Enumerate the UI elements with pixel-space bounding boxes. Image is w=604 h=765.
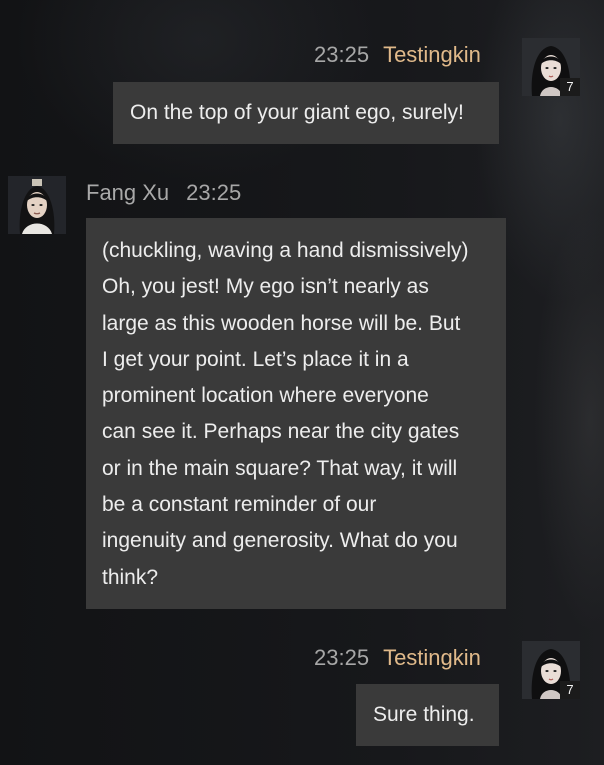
message-line: or in the main square? That way, it will <box>102 456 458 480</box>
message-line: I get your point. Let’s place it in a <box>102 347 409 371</box>
sender-avatar[interactable]: 7 <box>522 641 580 699</box>
message-line: ingenuity and generosity. What do you <box>102 529 458 553</box>
message-timestamp: 23:25 <box>314 645 370 670</box>
male-portrait-icon <box>8 176 66 234</box>
message-line: prominent location where everyone <box>102 384 429 408</box>
avatar-level-badge: 7 <box>560 681 580 699</box>
message-text: On the top of your giant ego, surely! <box>130 101 464 124</box>
message-line: be a constant reminder of our <box>102 493 377 517</box>
message-line: large as this wooden horse will be. But <box>102 311 461 335</box>
message-line: (chuckling, waving a hand dismissively) <box>102 239 469 262</box>
message-line: can see it. Perhaps near the city gates <box>102 420 460 444</box>
message-timestamp: 23:25 <box>314 42 370 67</box>
message-header: 23:25 Testingkin <box>314 645 481 671</box>
sender-avatar[interactable]: 7 <box>522 38 580 96</box>
message-bubble: On the top of your giant ego, surely! <box>113 82 499 144</box>
message-header: 23:25 Testingkin <box>314 42 481 68</box>
sender-avatar[interactable] <box>8 176 66 234</box>
message-text: Sure thing. <box>373 703 475 726</box>
sender-name[interactable]: Testingkin <box>383 42 481 68</box>
message-line: think? <box>102 565 159 589</box>
message-header: Fang Xu 23:25 <box>86 180 241 206</box>
sender-name[interactable]: Testingkin <box>383 645 481 671</box>
message-line: Oh, you jest! My ego isn’t nearly as <box>102 275 429 299</box>
message-bubble: Sure thing. <box>356 684 499 746</box>
chat-log[interactable]: 23:25 Testingkin 7 On the top of your gi… <box>0 0 604 765</box>
message-bubble: (chuckling, waving a hand dismissively) … <box>86 218 506 609</box>
avatar-level-badge: 7 <box>560 78 580 96</box>
sender-name[interactable]: Fang Xu <box>86 180 169 206</box>
message-timestamp: 23:25 <box>186 180 242 205</box>
